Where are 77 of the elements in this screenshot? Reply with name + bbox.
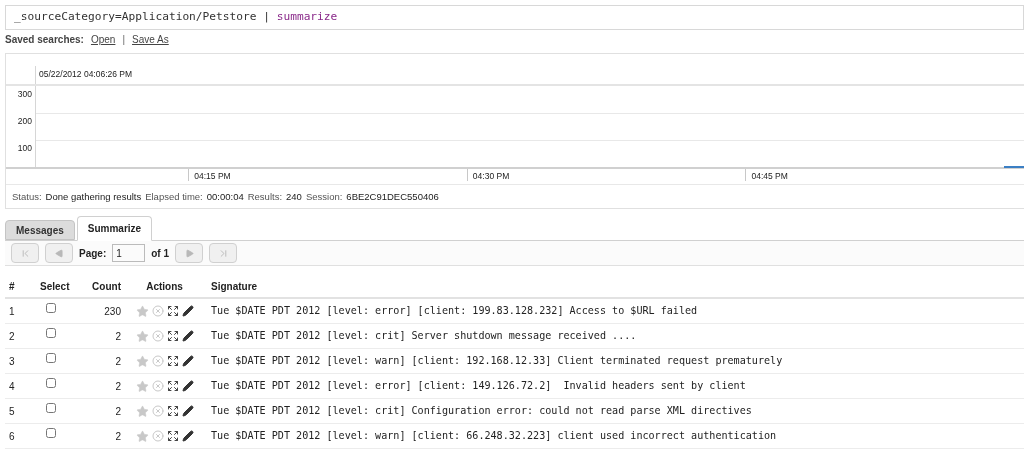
signature-cell-text: Tue $DATE PDT 2012 [level: crit] Server shutdown message received .... (210, 329, 637, 344)
separator: | (122, 32, 126, 47)
operator-text: summarize (276, 9, 338, 26)
y-axis-label: 100 (16, 142, 33, 156)
y-axis-label: 200 (16, 115, 33, 129)
status-label: Results: (247, 189, 283, 204)
query-text: _sourceCategory=Application/Petstore | (14, 9, 271, 26)
y-axis-label: 300 (16, 88, 33, 102)
status-label: Session: (305, 189, 343, 204)
star-icon[interactable] (135, 379, 149, 393)
row-checkbox[interactable] (46, 328, 56, 338)
signature-cell-text: Tue $DATE PDT 2012 [level: error] [client: 199.83.128.232] Access to $URL failed (210, 304, 698, 319)
column-header: Actions (145, 279, 184, 294)
signature-cell-text: Tue $DATE PDT 2012 [level: warn] [client: 66.248.32.223] client used incorrect authentication (210, 429, 777, 444)
x-axis-label: 04:30 PM (466, 169, 746, 182)
timestamp: 05/22/2012 04:06:26 PM (38, 68, 133, 82)
saved-searches-label: Saved searches: (5, 32, 84, 47)
signature-cell-text: Tue $DATE PDT 2012 [level: warn] [client: 192.168.12.33] Client terminated request prematurely (210, 354, 783, 369)
expand-icon[interactable] (166, 330, 179, 342)
status-label: Elapsed time: (145, 189, 203, 204)
x-axis-label: 04:15 PM (188, 169, 467, 182)
status-value: 240 (286, 189, 302, 204)
row-number: 5 (8, 404, 16, 419)
search-field[interactable]: _sourceCategory=Application/Petstore | summarize (5, 5, 1024, 30)
row-number: 4 (8, 379, 16, 394)
star-icon[interactable] (135, 404, 149, 418)
x-axis-label: 04:45 PM (745, 169, 1024, 182)
pencil-icon[interactable] (181, 430, 194, 442)
count-cell-text: 2 (114, 404, 121, 419)
expand-icon[interactable] (166, 355, 179, 367)
data-bar-drawing (1004, 166, 1024, 169)
star-icon[interactable] (135, 429, 149, 443)
star-icon[interactable] (135, 304, 149, 318)
row-checkbox[interactable] (46, 428, 56, 438)
signature-cell-text: Tue $DATE PDT 2012 [level: error] [client: 149.126.72.2] Invalid headers sent by client (210, 379, 746, 394)
expand-icon[interactable] (166, 380, 179, 392)
row-number: 2 (8, 329, 16, 344)
row-checkbox[interactable] (46, 353, 56, 363)
expand-icon[interactable] (166, 305, 179, 317)
count-cell-text: 2 (114, 329, 121, 344)
status-label: Status: (12, 189, 42, 204)
tab[interactable]: Messages (5, 220, 75, 241)
tab[interactable]: Summarize (76, 216, 153, 242)
page-count: of 1 (151, 246, 169, 261)
pencil-icon[interactable] (181, 380, 194, 392)
expand-icon[interactable] (166, 405, 179, 417)
pencil-icon[interactable] (181, 330, 194, 342)
signature-cell-text: Tue $DATE PDT 2012 [level: crit] Configuration error: could not read parse XML directives (210, 404, 752, 419)
star-icon[interactable] (135, 354, 149, 368)
left-triangle-icon (54, 248, 64, 258)
page-label: Page: (79, 246, 107, 261)
save-as-link[interactable]: Save As (132, 31, 169, 47)
column-header: Select (39, 279, 71, 294)
status-value: 6BE2C91DEC550406 (346, 189, 439, 204)
row-checkbox[interactable] (46, 303, 56, 313)
column-header: Signature (210, 279, 258, 294)
status-value: 00:00:04 (206, 189, 244, 204)
row-checkbox[interactable] (46, 378, 56, 388)
column-header: Count (91, 279, 121, 294)
count-cell-text: 2 (114, 379, 121, 394)
pencil-icon[interactable] (181, 405, 194, 417)
status-value: Done gathering results (45, 189, 142, 204)
pencil-icon[interactable] (181, 355, 194, 367)
star-icon[interactable] (135, 329, 149, 343)
pencil-icon[interactable] (181, 305, 194, 317)
page-input[interactable]: 1 (112, 244, 146, 263)
column-header: # (8, 279, 16, 294)
row-checkbox[interactable] (46, 403, 56, 413)
expand-icon[interactable] (166, 430, 179, 442)
count-cell-text: 2 (114, 429, 121, 444)
open-link[interactable]: Open (90, 31, 116, 47)
right-triangle-icon (184, 248, 194, 258)
row-number: 6 (8, 429, 16, 444)
count-cell-text: 230 (103, 304, 121, 319)
row-number: 1 (8, 304, 16, 319)
count-cell-text: 2 (114, 354, 121, 369)
row-number: 3 (8, 354, 16, 369)
